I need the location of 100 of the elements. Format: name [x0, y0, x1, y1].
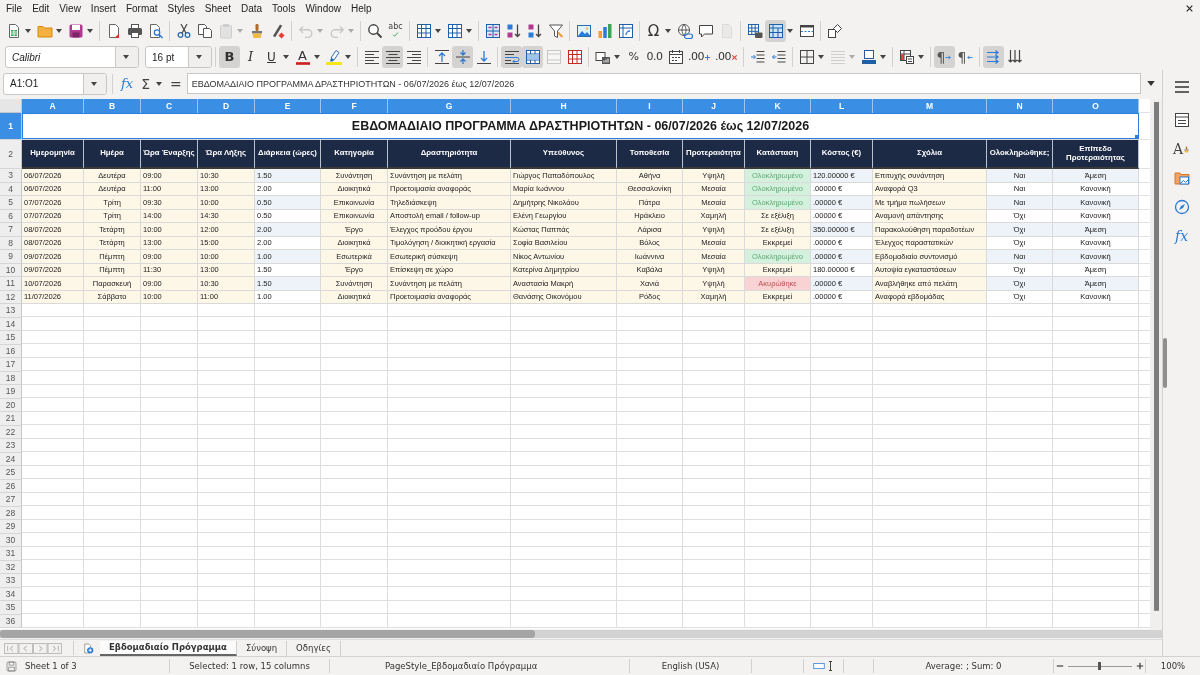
caret-icon[interactable]	[818, 55, 824, 59]
caret-icon[interactable]	[918, 55, 924, 59]
name-box-field[interactable]: A1:O1	[3, 72, 107, 95]
left-to-right-button[interactable]: ¶	[934, 46, 955, 68]
caret-icon[interactable]	[314, 55, 320, 59]
add-decimal-button[interactable]: .00	[686, 46, 713, 68]
compass-icon	[1173, 199, 1190, 215]
row-header[interactable]: 33	[0, 574, 22, 588]
menu-item[interactable]: Help	[346, 1, 377, 16]
menu-item[interactable]: Format	[120, 1, 163, 16]
bold-button[interactable]: B	[219, 46, 240, 68]
menu-item[interactable]: Tools	[267, 1, 301, 16]
italic-button[interactable]: I	[240, 46, 261, 68]
align-right-icon	[405, 49, 422, 65]
slider-thumb[interactable]	[1098, 662, 1101, 670]
freeze-button[interactable]	[765, 19, 786, 42]
row-header[interactable]: 23	[0, 439, 22, 453]
formula-button[interactable]: =	[167, 73, 185, 94]
sum-button[interactable]: Σ	[138, 73, 153, 94]
menu-item[interactable]: Data	[235, 1, 268, 16]
row-header[interactable]: 35	[0, 601, 22, 615]
row-header[interactable]: 17	[0, 358, 22, 372]
wrap-text-button[interactable]	[501, 46, 522, 68]
align-center-button[interactable]	[382, 46, 403, 68]
function-wizard-button[interactable]: fx	[118, 73, 137, 94]
minus-icon[interactable]	[1055, 662, 1064, 670]
caret-icon[interactable]	[614, 55, 620, 59]
font-size-field[interactable]: 16 pt	[145, 46, 212, 68]
menu-item[interactable]: Edit	[27, 1, 55, 16]
caret-icon[interactable]	[91, 81, 97, 86]
expand-caret-icon[interactable]	[1147, 81, 1155, 86]
page-plus-icon[interactable]	[83, 642, 94, 654]
standard-format-button[interactable]: 0.0	[644, 46, 665, 68]
caret-icon[interactable]	[156, 81, 162, 86]
caret-icon[interactable]	[56, 28, 62, 33]
align-top-icon	[433, 49, 450, 65]
caret-icon[interactable]	[87, 28, 93, 33]
merge-center-button[interactable]	[522, 46, 543, 68]
row-header[interactable]: 31	[0, 547, 22, 561]
funnel-icon	[547, 22, 564, 39]
sheet-tab[interactable]: Σύνοψη	[236, 640, 288, 656]
delete-decimal-button[interactable]: .00	[713, 46, 740, 68]
menu-item[interactable]: View	[54, 1, 86, 16]
menu-item[interactable]: File	[1, 1, 28, 16]
menu-item[interactable]: Styles	[162, 1, 200, 16]
row-header[interactable]: 29	[0, 520, 22, 534]
row-header[interactable]: 9	[0, 250, 22, 264]
zoom-percent-label[interactable]: 100%	[1160, 661, 1186, 671]
scrollbar-thumb[interactable]	[0, 630, 535, 638]
row-header[interactable]: 3	[0, 169, 22, 183]
shapes-icon	[826, 22, 843, 39]
horizontal-scrollbar[interactable]	[0, 630, 1162, 638]
caret-icon[interactable]	[345, 55, 351, 59]
caret-icon[interactable]	[123, 55, 129, 59]
right-arrow-icon	[945, 53, 953, 61]
caret-icon[interactable]	[435, 28, 441, 33]
sheet-tab[interactable]: Οδηγίες	[287, 640, 341, 656]
wrap-text-icon	[503, 49, 520, 65]
menu-item[interactable]: Insert	[85, 1, 121, 16]
title-cell: ΕΒΔΟΜΑΔΙΑΙΟ ΠΡΟΓΡΑΜΜΑ ΔΡΑΣΤΗΡΙΟΤΗΤΩΝ - 06/07/2026 έως 12/07/2026	[22, 113, 1139, 140]
fill-handle[interactable]	[1135, 135, 1139, 139]
align-left-icon	[363, 49, 380, 65]
right-to-left-button[interactable]: ¶	[955, 46, 976, 68]
row-header[interactable]: 19	[0, 385, 22, 399]
row-header[interactable]: 5	[0, 196, 22, 210]
caret-icon[interactable]	[665, 28, 671, 33]
caret-icon[interactable]	[283, 55, 289, 59]
sheet-tab[interactable]: Εβδομαδιαίο Πρόγραμμα	[100, 640, 237, 656]
row-header[interactable]: 11	[0, 277, 22, 291]
row-header[interactable]: 2	[0, 140, 22, 169]
menu-item[interactable]: Sheet	[199, 1, 236, 16]
caret-icon[interactable]	[880, 55, 886, 59]
row-header[interactable]: 7	[0, 223, 22, 237]
underline-button[interactable]: U	[261, 46, 282, 68]
language-label[interactable]: English (USA)	[661, 661, 720, 671]
menu-icon	[1173, 79, 1190, 95]
plus-icon[interactable]	[1135, 662, 1144, 670]
font-color-button[interactable]: A	[292, 46, 313, 68]
caret-icon[interactable]	[787, 28, 793, 33]
row-header[interactable]: 13	[0, 304, 22, 318]
selection-summary: Selected: 1 row, 15 columns	[189, 661, 310, 671]
close-icon[interactable]	[1185, 4, 1194, 13]
row-header[interactable]: 27	[0, 493, 22, 507]
outdent-icon	[770, 49, 787, 65]
row-header[interactable]: 21	[0, 412, 22, 426]
sort-arrow-icon	[526, 22, 543, 39]
caret-icon[interactable]	[466, 28, 472, 33]
font-name-field[interactable]: Calibri	[5, 46, 139, 68]
functions-button[interactable]: fx	[1169, 225, 1194, 247]
caret-icon[interactable]	[25, 28, 31, 33]
styles-button[interactable]: A	[1169, 138, 1194, 160]
row-header[interactable]: 15	[0, 331, 22, 345]
percent-button[interactable]: %	[623, 46, 644, 68]
spelling-button[interactable]: abc	[385, 19, 406, 42]
sidebar-collapse-handle[interactable]	[1163, 338, 1167, 388]
formula-input-field[interactable]: ΕΒΔΟΜΑΔΙΑΙΟ ΠΡΟΓΡΑΜΜΑ ΔΡΑΣΤΗΡΙΟΤΗΤΩΝ - 06/07/2026 έως 12/07/2026	[186, 73, 1141, 94]
special-character-button[interactable]: Ω	[643, 19, 664, 42]
row-header[interactable]: 25	[0, 466, 22, 480]
menu-item[interactable]: Window	[300, 1, 346, 16]
caret-icon[interactable]	[196, 55, 202, 59]
